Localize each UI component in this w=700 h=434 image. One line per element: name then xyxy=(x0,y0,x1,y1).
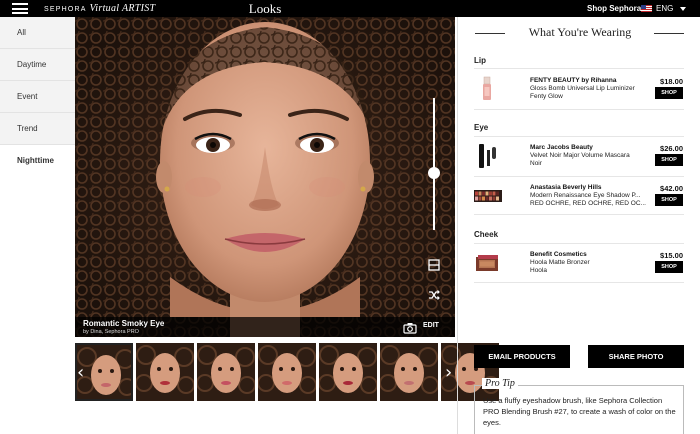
look-thumbnail[interactable] xyxy=(197,343,255,401)
filter-all[interactable]: All xyxy=(0,17,75,49)
divider xyxy=(474,282,684,283)
divider xyxy=(474,243,684,244)
pro-tip-title: Pro Tip xyxy=(482,378,518,389)
email-products-button[interactable]: EMAIL PRODUCTS xyxy=(474,345,570,368)
chevron-left-icon[interactable]: ‹ xyxy=(77,362,84,383)
product-shade: Hoola xyxy=(530,267,547,274)
look-thumbnail[interactable] xyxy=(380,343,438,401)
shop-sephora-link[interactable]: Shop Sephora xyxy=(587,0,641,17)
product-shade: Noir xyxy=(530,160,542,167)
what-youre-wearing-title: What You're Wearing xyxy=(528,25,632,39)
product-brand: FENTY BEAUTY by Rihanna xyxy=(530,77,617,84)
page-title: Looks xyxy=(248,1,282,16)
top-bar: SEPHORA Virtual ARTIST Looks Shop Sephora… xyxy=(0,0,700,17)
product-shade: RED OCHRE, RED OCHRE, RED OC... xyxy=(530,200,646,207)
product-name: Modern Renaissance Eye Shadow P... xyxy=(530,192,641,199)
look-thumbnail[interactable] xyxy=(319,343,377,401)
section-label-eye: Eye xyxy=(474,123,489,132)
product-name: Gloss Bomb Universal Lip Luminizer xyxy=(530,85,635,92)
chevron-right-icon[interactable]: › xyxy=(445,362,452,383)
pro-tip-text: Use a fluffy eyeshadow brush, like Sepho… xyxy=(483,396,676,427)
eyeshadow-palette-icon[interactable] xyxy=(474,182,502,210)
edit-look-button[interactable]: EDIT xyxy=(423,322,439,329)
look-thumbnail-strip: ‹ › xyxy=(75,342,499,404)
language-selector[interactable]: ENG xyxy=(641,0,687,17)
section-label-lip: Lip xyxy=(474,56,486,65)
product-brand: Anastasia Beverly Hills xyxy=(530,184,602,191)
shop-button[interactable]: SHOP xyxy=(655,87,683,99)
divider xyxy=(474,109,684,110)
shop-button[interactable]: SHOP xyxy=(655,154,683,166)
product-brand: Marc Jacobs Beauty xyxy=(530,144,593,151)
chevron-down-icon xyxy=(680,6,687,11)
intensity-slider-track[interactable] xyxy=(433,98,435,230)
panel-divider xyxy=(457,17,458,434)
title-rule-right xyxy=(654,33,684,34)
filter-nighttime[interactable]: Nighttime xyxy=(0,145,75,177)
model-face-illustration xyxy=(75,17,455,337)
product-price: $15.00 xyxy=(660,251,683,260)
shuffle-icon[interactable] xyxy=(426,287,442,303)
product-name: Velvet Noir Major Volume Mascara xyxy=(530,152,630,159)
look-filter-nav: All Daytime Event Trend Nighttime xyxy=(0,17,75,434)
product-price: $18.00 xyxy=(660,77,683,86)
shop-button[interactable]: SHOP xyxy=(655,261,683,273)
look-thumbnail[interactable] xyxy=(258,343,316,401)
model-photo[interactable] xyxy=(75,17,455,337)
shop-button[interactable]: SHOP xyxy=(655,194,683,206)
divider xyxy=(474,136,684,137)
product-price: $26.00 xyxy=(660,144,683,153)
product-brand: Benefit Cosmetics xyxy=(530,251,587,258)
divider xyxy=(474,214,684,215)
filter-trend[interactable]: Trend xyxy=(0,113,75,145)
compare-split-icon[interactable] xyxy=(426,257,442,273)
camera-icon[interactable] xyxy=(403,321,417,334)
bronzer-icon[interactable] xyxy=(474,249,502,277)
product-shade: Fenty Glow xyxy=(530,93,563,100)
language-label: ENG xyxy=(656,4,674,13)
filter-event[interactable]: Event xyxy=(0,81,75,113)
lip-gloss-icon[interactable] xyxy=(474,74,502,102)
us-flag-icon xyxy=(641,5,652,12)
divider xyxy=(474,68,684,69)
product-price: $42.00 xyxy=(660,184,683,193)
filter-daytime[interactable]: Daytime xyxy=(0,49,75,81)
mascara-icon[interactable] xyxy=(474,142,502,170)
look-thumbnail[interactable] xyxy=(136,343,194,401)
divider xyxy=(474,176,684,177)
virtual-artist-page: SEPHORA Virtual ARTIST Looks Shop Sephora… xyxy=(0,0,700,434)
look-author: by Dina, Sephora PRO xyxy=(83,329,139,335)
look-name: Romantic Smoky Eye xyxy=(83,319,165,328)
share-photo-button[interactable]: SHARE PHOTO xyxy=(588,345,684,368)
product-name: Hoola Matte Bronzer xyxy=(530,259,590,266)
intensity-slider-handle[interactable] xyxy=(428,167,440,179)
section-label-cheek: Cheek xyxy=(474,230,499,239)
